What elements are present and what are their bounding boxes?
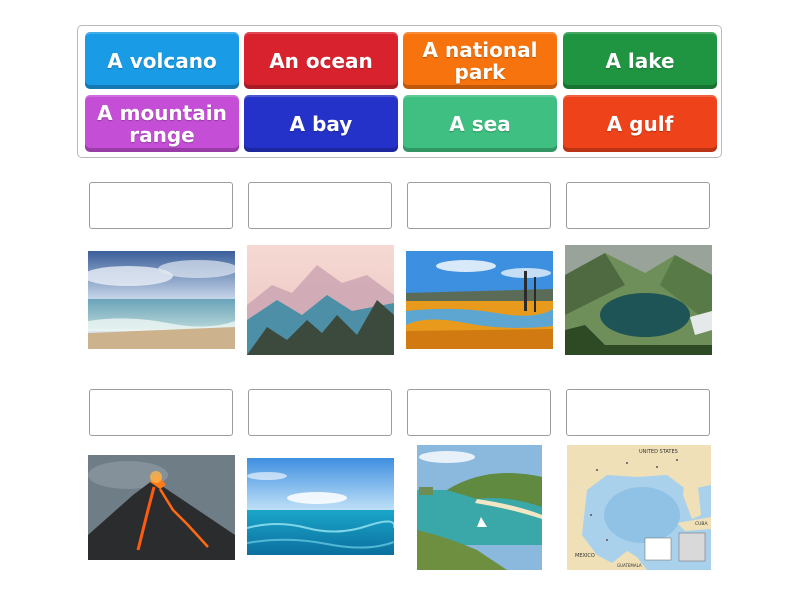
national-park-hot-spring-photo <box>406 251 553 349</box>
ocean-water-photo <box>247 458 394 555</box>
tile-a-mountain-range[interactable]: A mountain range <box>85 95 239 152</box>
word-bank: A volcano An ocean A national park A lak… <box>77 25 722 158</box>
tile-a-bay[interactable]: A bay <box>244 95 398 152</box>
tile-a-sea[interactable]: A sea <box>403 95 557 152</box>
drop-slot-5[interactable] <box>89 389 233 436</box>
tile-a-volcano[interactable]: A volcano <box>85 32 239 89</box>
drop-slot-1[interactable] <box>89 182 233 229</box>
map-label-mexico: MEXICO <box>575 553 595 559</box>
tile-a-lake[interactable]: A lake <box>563 32 717 89</box>
map-label-guatemala: GUATEMALA <box>617 563 642 568</box>
tile-a-national-park[interactable]: A national park <box>403 32 557 89</box>
tile-an-ocean[interactable]: An ocean <box>244 32 398 89</box>
drop-slot-8[interactable] <box>566 389 710 436</box>
map-label-cuba: CUBA <box>695 521 709 527</box>
mountain-lake-photo <box>565 245 712 355</box>
drop-slot-4[interactable] <box>566 182 710 229</box>
drop-slot-7[interactable] <box>407 389 551 436</box>
map-label-usa: UNITED STATES <box>639 449 678 455</box>
gulf-of-mexico-map: UNITED STATES MEXICO CUBA GUATEMALA <box>567 445 711 570</box>
sea-shore-photo <box>88 251 235 349</box>
tile-a-gulf[interactable]: A gulf <box>563 95 717 152</box>
mountain-range-photo <box>247 245 394 355</box>
erupting-volcano-photo <box>88 455 235 560</box>
drop-slot-3[interactable] <box>407 182 551 229</box>
drop-slot-6[interactable] <box>248 389 392 436</box>
drop-slot-2[interactable] <box>248 182 392 229</box>
bay-beach-photo <box>417 445 542 570</box>
